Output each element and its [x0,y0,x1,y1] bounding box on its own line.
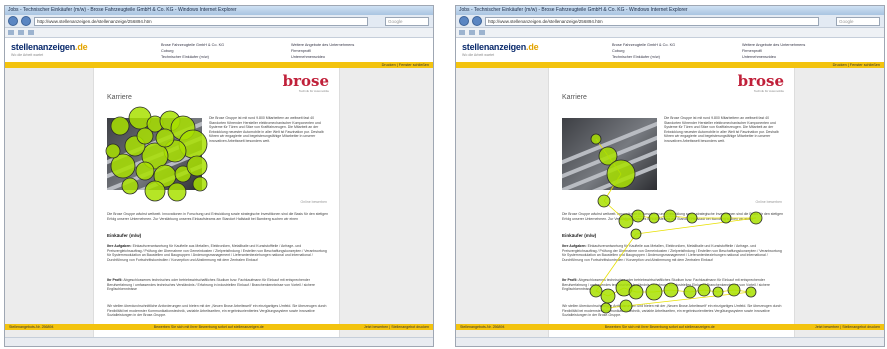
gaze-fixation [136,127,154,145]
gaze-fixation [630,228,642,240]
gaze-fixation [105,143,121,159]
gaze-fixation [727,283,741,297]
gaze-fixation [144,180,166,202]
browser-window-right: Jobs - Technischer Einkäufer (m/w) - Bro… [455,5,885,347]
gaze-fixation [619,299,633,313]
gaze-fixation [589,284,603,298]
gaze-fixation [720,212,732,224]
gaze-fixation [749,211,763,225]
gaze-fixation [683,285,697,299]
gaze-fixation [663,209,677,223]
gaze-fixation [110,116,130,136]
gaze-fixation [618,213,634,229]
gaze-fixation [192,176,208,192]
gaze-fixation [648,212,660,224]
gaze-points [589,133,763,314]
gaze-fixation [600,288,616,304]
gaze-fixation [663,282,679,298]
gaze-heatmap-left [105,106,208,202]
gaze-fixation [155,128,175,148]
gaze-fixation [628,284,644,300]
gaze-fixation [135,161,155,181]
gaze-fixation [600,302,612,314]
gaze-fixation [712,286,724,298]
gaze-fixation [606,159,636,189]
gaze-fixation [645,283,663,301]
gaze-fixation [697,283,711,297]
gaze-plot-right [589,133,763,314]
gaze-fixation [590,133,602,145]
gaze-fixation [186,155,208,177]
gaze-fixation [597,194,611,208]
gaze-fixation [745,286,757,298]
gaze-fixation [686,212,698,224]
gaze-fixation [167,182,187,202]
gaze-fixation [631,209,645,223]
gaze-points [105,106,208,202]
gaze-fixation [121,177,139,195]
browser-window-left: Jobs - Technischer Einkäufer (m/w) - Bro… [4,5,434,347]
